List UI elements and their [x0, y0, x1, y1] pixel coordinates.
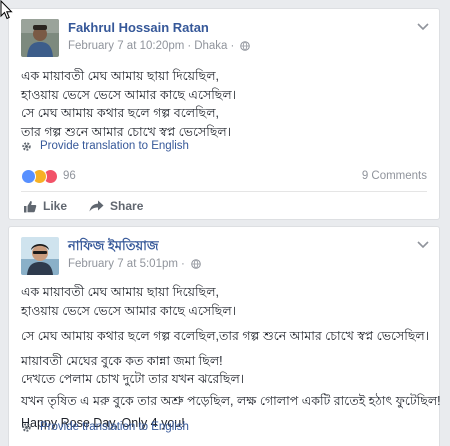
post-text-line: হাওয়ায় ভেসে ভেসে আমার কাছে এসেছিল।	[21, 87, 237, 102]
post-actions: Like Share	[23, 195, 165, 217]
avatar[interactable]	[21, 237, 59, 275]
translate-label: Provide translation to English	[40, 140, 189, 152]
post-text-line: তার গল্প শুনে আমার চোখে স্বপ্ন ভেসেছিল।	[21, 124, 232, 139]
post-card: নাফিজ ইমতিয়াজ February 7 at 5:01pm · এক …	[8, 226, 441, 446]
post-timestamp[interactable]: February 7 at 10:20pm	[68, 40, 184, 52]
post-text-line: দেখতে পেলাম চোখ দুটো তার যখন ঝরেছিল।	[21, 372, 245, 386]
author-name[interactable]: নাফিজ ইমতিয়াজ	[68, 238, 201, 254]
mouse-cursor-icon	[0, 0, 13, 20]
chevron-down-icon[interactable]	[417, 241, 429, 249]
share-button[interactable]: Share	[89, 199, 143, 213]
reactions-bar: 96 9 Comments	[21, 167, 427, 185]
post-body: এক মায়াবতী মেঘ আমায় ছায়া দিয়েছিল, হা…	[21, 283, 441, 433]
post-header: নাফিজ ইমতিয়াজ February 7 at 5:01pm ·	[21, 237, 201, 275]
chevron-down-icon[interactable]	[417, 23, 429, 31]
gear-icon	[22, 141, 31, 151]
share-arrow-icon	[89, 200, 104, 212]
post-text-line: এক মায়াবতী মেঘ আমায় ছায়া দিয়েছিল,	[21, 69, 219, 83]
avatar[interactable]	[21, 19, 59, 57]
translate-link[interactable]: Provide translation to English	[21, 140, 189, 152]
post-text-line: সে মেঘ আমায় কথার ছলে গল্প বলেছিল,	[21, 106, 220, 120]
post-body: এক মায়াবতী মেঘ আমায় ছায়া দিয়েছিল, হা…	[21, 67, 427, 141]
meta-separator: ·	[187, 40, 192, 52]
post-header: Fakhrul Hossain Ratan February 7 at 10:2…	[21, 19, 251, 57]
post-location[interactable]: Dhaka	[194, 40, 227, 52]
gear-icon	[22, 422, 31, 432]
post-text-line: যখন তৃষিত এ মরু বুকে তার অশ্রু পড়েছিল, …	[21, 393, 441, 408]
meta-separator: ·	[230, 40, 235, 52]
reaction-count[interactable]: 96	[63, 170, 76, 182]
like-label: Like	[43, 199, 68, 213]
like-reaction-icon	[21, 168, 36, 184]
globe-icon	[240, 41, 251, 51]
share-label: Share	[110, 199, 144, 213]
post-meta: February 7 at 10:20pm · Dhaka ·	[68, 38, 251, 54]
post-meta: February 7 at 5:01pm ·	[68, 256, 201, 272]
reaction-icons[interactable]	[21, 168, 58, 184]
post-text-line: হাওয়ায় ভেসে ভেসে আমার কাছে এসেছিল।	[21, 303, 237, 318]
author-name[interactable]: Fakhrul Hossain Ratan	[68, 20, 250, 36]
meta-separator: ·	[180, 258, 185, 270]
post-timestamp[interactable]: February 7 at 5:01pm	[68, 258, 178, 270]
divider	[21, 191, 427, 192]
post-text-line: এক মায়াবতী মেঘ আমায় ছায়া দিয়েছিল,	[21, 285, 219, 299]
post-text-line: মায়াবতী মেঘের বুকে কত কান্না জমা ছিল!	[21, 353, 223, 368]
comments-count[interactable]: 9 Comments	[362, 170, 427, 182]
post-text-line: সে মেঘ আমায় কথার ছলে গল্প বলেছিল,তার গল…	[21, 329, 430, 343]
like-button[interactable]: Like	[23, 199, 67, 213]
translate-label: Provide translation to English	[40, 421, 189, 433]
translate-link[interactable]: Provide translation to English	[21, 421, 189, 433]
globe-icon	[190, 259, 201, 269]
post-card: Fakhrul Hossain Ratan February 7 at 10:2…	[8, 8, 440, 220]
thumbs-up-icon	[24, 200, 37, 212]
